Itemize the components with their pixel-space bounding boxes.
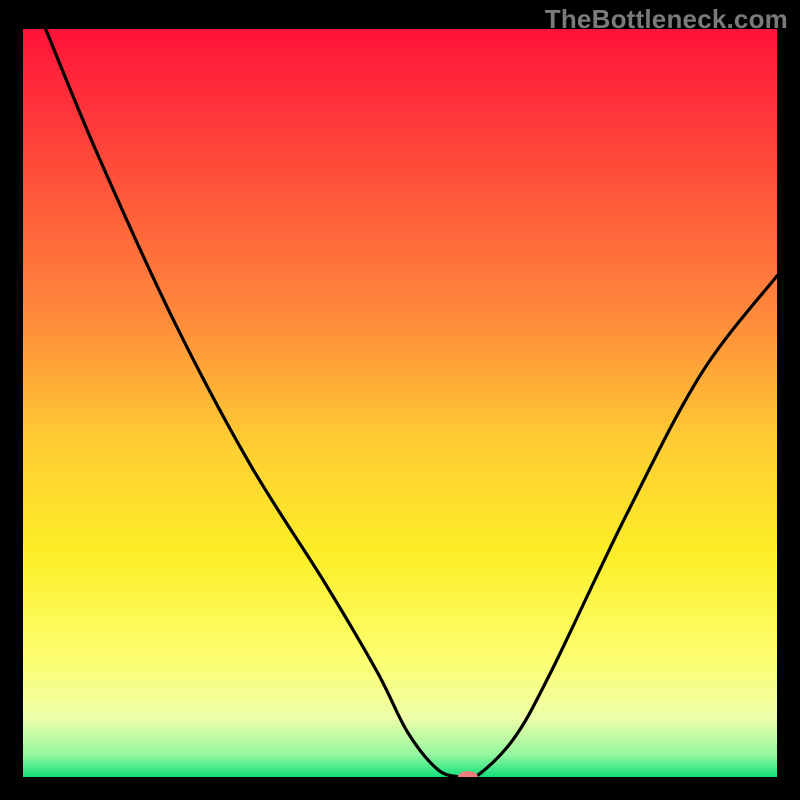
- outer-frame: TheBottleneck.com: [0, 0, 800, 800]
- chart-plot-area: [23, 29, 777, 777]
- chart-svg: [0, 0, 800, 800]
- watermark-text: TheBottleneck.com: [545, 4, 788, 35]
- chart-minimum-marker: [458, 771, 478, 783]
